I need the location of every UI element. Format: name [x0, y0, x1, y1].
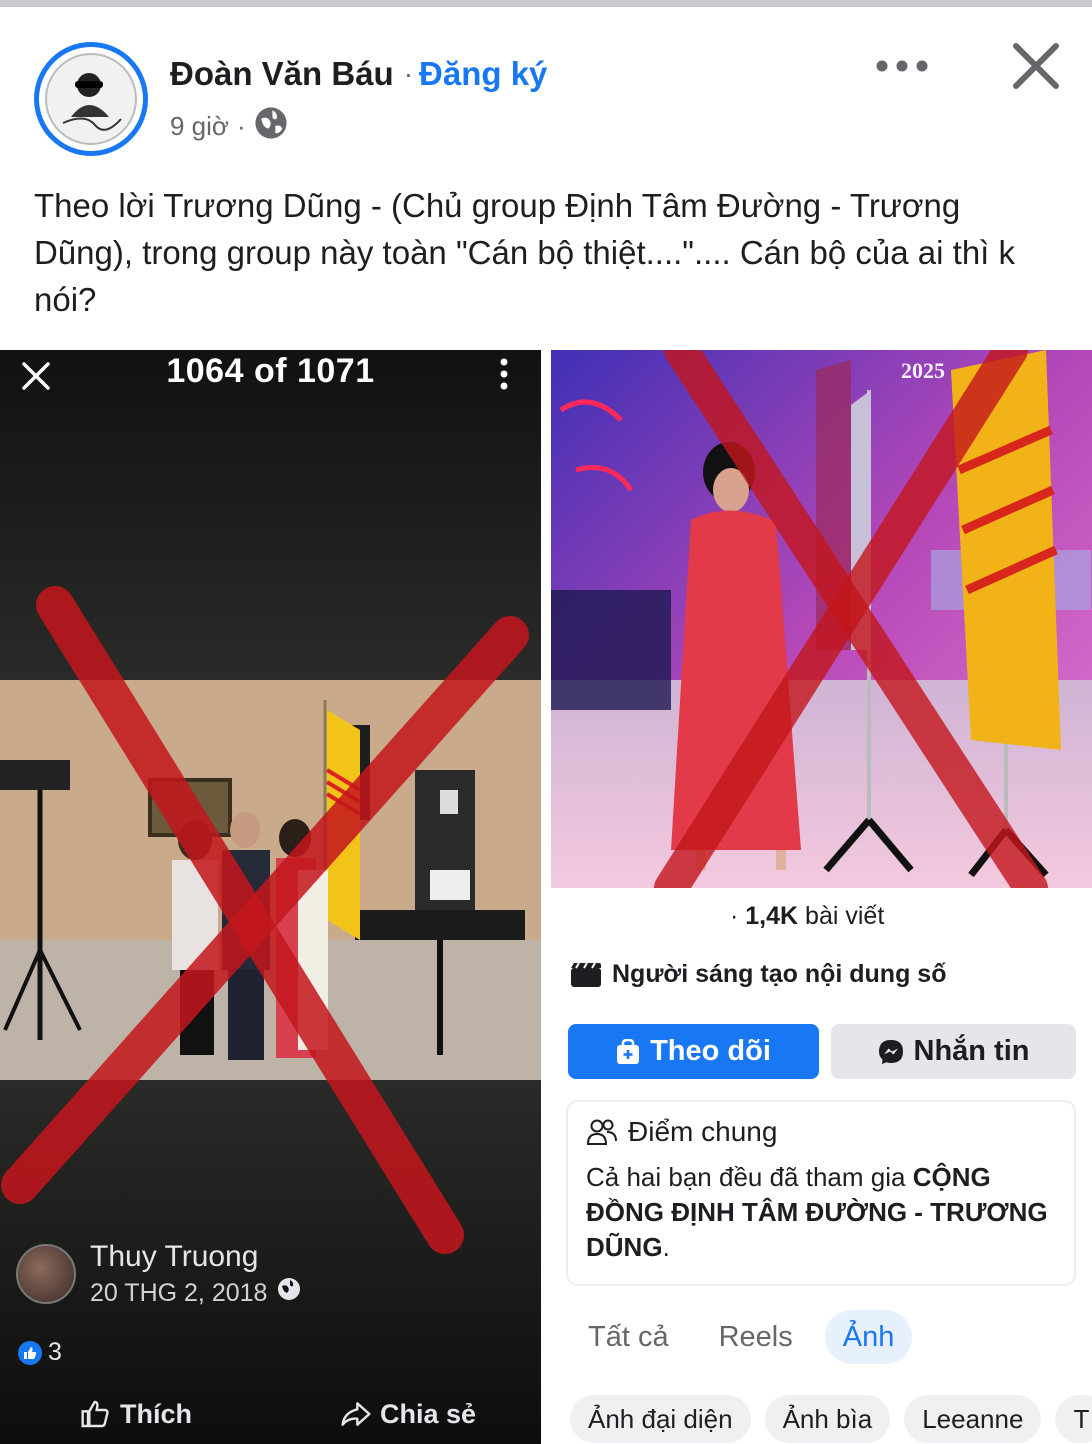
photo-owner: Thuy Truong 20 THG 2, 2018 — [16, 1238, 301, 1310]
mutual-info-card: Điểm chung Cả hai bạn đều đã tham gia CỘ… — [568, 1102, 1074, 1284]
like-label: Thích — [120, 1398, 192, 1429]
globe-icon — [277, 1276, 301, 1310]
chip-profile-pictures[interactable]: Ảnh đại diện — [570, 1395, 751, 1443]
mutual-description: Cả hai bạn đều đã tham gia CỘNG ĐỒNG ĐỊN… — [586, 1160, 1062, 1265]
creator-category: Người sáng tạo nội dung số — [570, 960, 946, 989]
portrait-photo-scene: 2025 — [551, 350, 1092, 888]
post-meta: 9 giờ · — [170, 106, 288, 146]
close-icon[interactable] — [1004, 34, 1068, 98]
post-time[interactable]: 9 giờ — [170, 111, 229, 142]
follow-label: Theo dõi — [650, 1035, 771, 1067]
chip-truncated[interactable]: T — [1055, 1395, 1092, 1443]
follow-add-icon — [617, 1038, 640, 1064]
mutual-title: Điểm chung — [628, 1116, 778, 1147]
mutual-text-suffix: . — [662, 1232, 670, 1262]
photo-album-chips: Ảnh đại diện Ảnh bìa Leeanne T — [570, 1394, 1092, 1444]
photo-counter: 1064 of 1071 — [166, 352, 375, 390]
author-avatar[interactable] — [34, 42, 148, 156]
message-button[interactable]: Nhắn tin — [831, 1024, 1076, 1079]
avatar[interactable] — [16, 1244, 76, 1304]
left-screenshot[interactable]: 1064 of 1071 Thuy Truong 20 THG 2, 2018 … — [0, 350, 541, 1444]
reaction-count: 3 — [48, 1338, 62, 1366]
author-name[interactable]: Đoàn Văn Báu — [170, 55, 394, 93]
more-vertical-icon[interactable] — [492, 356, 516, 392]
posts-count-label: bài viết — [805, 902, 885, 930]
share-label: Chia sẻ — [380, 1398, 477, 1429]
photo-actions: Thích Chia sẻ — [0, 1396, 541, 1440]
creator-label: Người sáng tạo nội dung số — [612, 960, 947, 988]
like-button[interactable]: Thích — [80, 1398, 192, 1430]
clapperboard-icon — [571, 961, 601, 987]
subscribe-button[interactable]: Đăng ký — [419, 55, 547, 93]
tab-all[interactable]: Tất cả — [570, 1310, 687, 1364]
separator: · — [403, 58, 414, 89]
chip-cover-photos[interactable]: Ảnh bìa — [764, 1395, 891, 1443]
right-screenshot-photo[interactable]: 2025 — [551, 350, 1092, 888]
photo-text: 2025 — [901, 358, 945, 383]
owner-name[interactable]: Thuy Truong — [90, 1238, 301, 1276]
share-button[interactable]: Chia sẻ — [340, 1398, 476, 1430]
top-divider — [0, 0, 1092, 7]
posts-count: · 1,4K bài viết — [730, 902, 885, 930]
messenger-icon — [878, 1039, 903, 1064]
reaction-summary[interactable]: 3 — [18, 1338, 62, 1367]
post-text: Theo lời Trương Dũng - (Chủ group Định T… — [34, 187, 1016, 318]
thumbs-up-icon — [81, 1400, 109, 1428]
mutual-text-prefix: Cả hai bạn đều đã tham gia — [586, 1162, 913, 1192]
more-options-icon[interactable] — [866, 44, 938, 88]
tab-photos[interactable]: Ảnh — [824, 1310, 913, 1364]
posts-count-value: 1,4K — [745, 902, 799, 930]
photo-date: 20 THG 2, 2018 — [90, 1279, 268, 1307]
tab-reels[interactable]: Reels — [701, 1310, 811, 1364]
follow-button[interactable]: Theo dõi — [568, 1024, 819, 1079]
avatar-logo — [45, 53, 137, 145]
profile-tabs: Tất cả Reels Ảnh — [570, 1310, 913, 1364]
like-reaction-icon — [18, 1340, 42, 1365]
chip-leeanne[interactable]: Leeanne — [904, 1395, 1042, 1443]
share-icon — [341, 1402, 371, 1426]
photo-date-row: 20 THG 2, 2018 — [90, 1276, 301, 1310]
globe-icon — [254, 106, 288, 147]
mutual-title-row: Điểm chung — [586, 1116, 777, 1148]
separator: · — [236, 110, 246, 141]
people-icon — [586, 1119, 617, 1145]
author-line: Đoàn Văn Báu · Đăng ký — [170, 52, 547, 96]
message-label: Nhắn tin — [913, 1035, 1030, 1067]
